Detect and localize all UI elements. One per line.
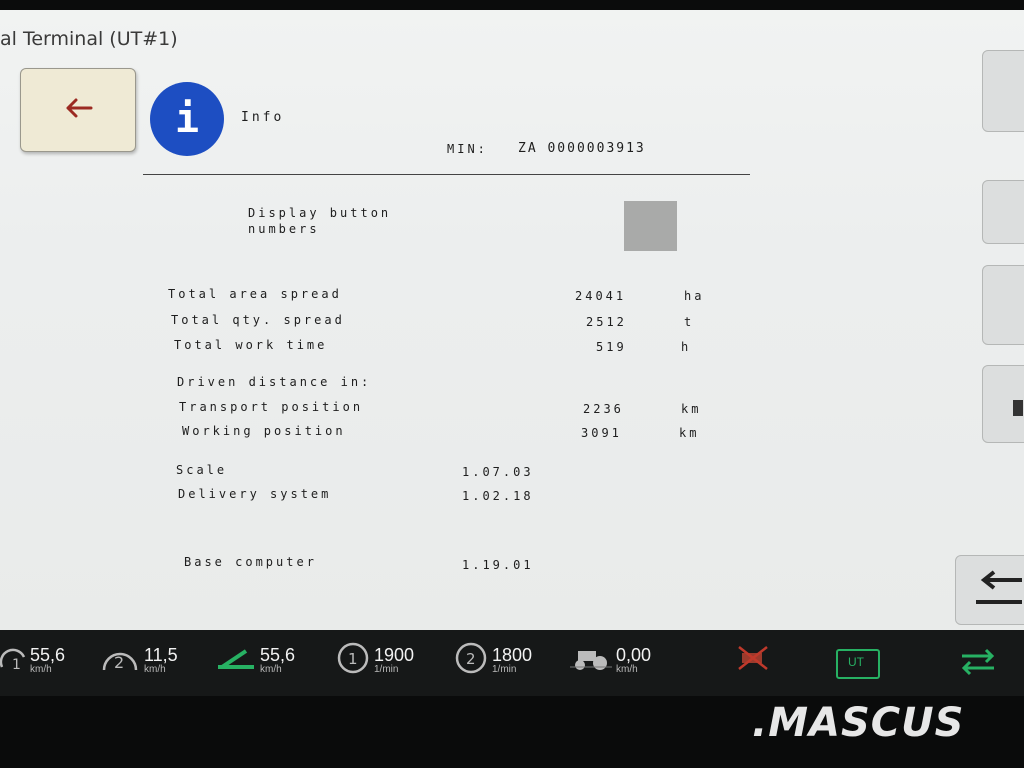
pto1-unit: 1/min <box>374 663 399 675</box>
status-speed2: 2 11,5 km/h <box>100 638 178 682</box>
side-softkey-4[interactable] <box>982 365 1024 443</box>
switch-arrows-icon <box>972 568 1024 616</box>
working-position-label: Working position <box>182 424 346 438</box>
ut-monitor-icon: UT <box>836 649 880 679</box>
window-title: al Terminal (UT#1) <box>0 28 178 50</box>
speed4-value: 0,00 <box>616 644 652 665</box>
display-button-numbers-checkbox[interactable] <box>624 201 677 251</box>
scale-version-label: Scale <box>176 463 228 477</box>
status-speed3: 55,6 km/h <box>216 638 295 682</box>
min-value: ZA 0000003913 <box>518 141 646 156</box>
ut-label: UT <box>848 655 864 669</box>
speed2-value: 11,5 <box>144 644 178 665</box>
base-computer-version-value: 1.19.01 <box>462 558 534 572</box>
arrow-left-icon <box>63 97 93 123</box>
total-area-unit: ha <box>684 289 705 303</box>
total-work-time-unit: h <box>681 340 692 354</box>
status-bar: 1 55,6 km/h 2 11,5 km/h 55,6 km/h 1 1900… <box>0 630 1024 696</box>
display-button-numbers-label-line1: Display button <box>248 206 392 220</box>
header-divider <box>143 174 750 175</box>
status-pto1: 1 1900 1/min <box>336 638 414 682</box>
base-computer-version-label: Base computer <box>184 555 317 569</box>
side-softkey-3[interactable] <box>982 265 1024 345</box>
back-button[interactable] <box>20 68 136 152</box>
info-icon: i <box>150 82 224 156</box>
svg-text:1: 1 <box>12 657 21 673</box>
swap-arrows-icon <box>958 647 998 681</box>
side-softkey-1[interactable] <box>982 50 1024 132</box>
status-speed1: 1 55,6 km/h <box>0 638 65 682</box>
svg-text:2: 2 <box>114 653 124 672</box>
total-qty-unit: t <box>684 315 695 329</box>
switch-screen-button[interactable] <box>955 555 1024 625</box>
speedometer-icon: 1 <box>0 643 26 677</box>
scale-version-value: 1.07.03 <box>462 465 534 479</box>
speed4-unit: km/h <box>616 663 638 675</box>
speed3-value: 55,6 <box>260 644 296 665</box>
total-work-time-label: Total work time <box>174 338 328 352</box>
switch-terminal-button[interactable] <box>958 642 998 686</box>
svg-text:1: 1 <box>348 650 358 668</box>
delivery-system-version-value: 1.02.18 <box>462 489 534 503</box>
total-qty-label: Total qty. spread <box>171 313 345 327</box>
status-pto2: 2 1800 1/min <box>454 638 532 682</box>
tractor-icon <box>570 643 612 677</box>
working-position-unit: km <box>679 426 700 440</box>
delivery-system-version-label: Delivery system <box>178 487 332 501</box>
total-area-label: Total area spread <box>168 287 342 301</box>
speedometer-2-icon: 2 <box>100 640 140 680</box>
total-qty-value: 2512 <box>586 315 627 329</box>
min-label: MIN: <box>447 142 488 156</box>
speed3-unit: km/h <box>260 663 282 675</box>
crossed-out-implement-icon <box>736 643 770 677</box>
softkey-icon <box>1013 400 1023 416</box>
speed2-unit: km/h <box>144 663 166 675</box>
pto2-unit: 1/min <box>492 663 517 675</box>
info-icon-glyph: i <box>174 96 200 142</box>
svg-text:2: 2 <box>466 650 476 668</box>
display-button-numbers-label-line2: numbers <box>248 222 320 236</box>
working-position-value: 3091 <box>581 426 622 440</box>
transport-position-value: 2236 <box>583 402 624 416</box>
speed1-value: 55,6 <box>30 644 66 665</box>
side-softkey-2[interactable] <box>982 180 1024 244</box>
status-alarm[interactable] <box>736 638 770 682</box>
total-area-value: 24041 <box>575 289 627 303</box>
pto1-value: 1900 <box>374 644 415 665</box>
terminal-screen: al Terminal (UT#1) i Info MIN: ZA 000000… <box>0 10 1024 632</box>
pto-1-icon: 1 <box>336 641 370 679</box>
ut-button[interactable]: UT <box>836 642 880 686</box>
speed1-unit: km/h <box>30 663 52 675</box>
implement-speed-icon <box>216 643 256 677</box>
driven-distance-heading: Driven distance in: <box>177 375 372 389</box>
page-title: Info <box>241 110 285 125</box>
pto-2-icon: 2 <box>454 641 488 679</box>
total-work-time-value: 519 <box>596 340 627 354</box>
mascus-watermark: .MASCUS <box>752 700 965 746</box>
transport-position-unit: km <box>681 402 702 416</box>
status-speed4: 0,00 km/h <box>570 638 651 682</box>
transport-position-label: Transport position <box>179 400 364 414</box>
pto2-value: 1800 <box>492 644 533 665</box>
